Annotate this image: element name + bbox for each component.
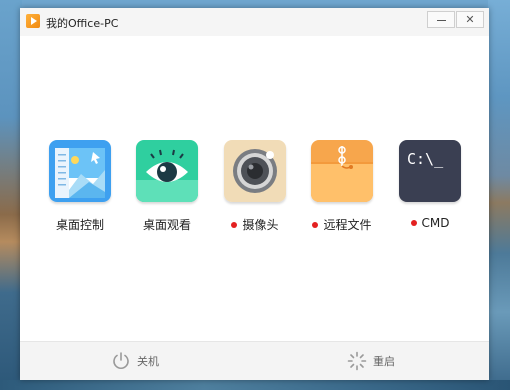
spinner-icon [347, 351, 367, 371]
close-icon: ✕ [465, 13, 475, 26]
status-dot [231, 221, 238, 228]
folder-icon [311, 140, 373, 202]
tile-cmd[interactable]: C:\_ CMD [390, 140, 470, 230]
tile-remote-files[interactable]: 远程文件 [302, 140, 382, 233]
desktop-control-icon [49, 140, 111, 202]
shutdown-button[interactable]: 关机 [111, 350, 159, 372]
tile-desktop-view[interactable]: 桌面观看 [127, 140, 207, 233]
footer-bar: 关机 重启 [20, 341, 489, 380]
tile-label: 桌面控制 [55, 218, 104, 232]
desktop-background-bottom [0, 380, 510, 390]
close-button[interactable]: ✕ [456, 11, 484, 28]
tile-label: 摄像头 [215, 216, 295, 233]
desktop-background-right [488, 0, 510, 390]
minimize-button[interactable] [427, 11, 455, 28]
eye-icon [136, 140, 198, 202]
shutdown-label: 关机 [137, 355, 159, 368]
restart-button[interactable]: 重启 [347, 350, 395, 372]
tile-camera[interactable]: 摄像头 [215, 140, 295, 233]
window-title: 我的Office-PC [46, 17, 119, 30]
camera-icon [224, 140, 286, 202]
status-dot [410, 219, 417, 226]
remote-pc-window: 我的Office-PC ✕ 桌面控制 桌面观看 摄像头 远程文件 C:\_ CM… [20, 8, 489, 380]
title-bar[interactable]: 我的Office-PC ✕ [20, 8, 489, 36]
tile-label: 桌面观看 [142, 218, 191, 232]
tile-desktop-control[interactable]: 桌面控制 [40, 140, 120, 233]
app-logo-icon [26, 14, 40, 28]
restart-label: 重启 [373, 355, 395, 368]
feature-panel: 桌面控制 桌面观看 摄像头 远程文件 C:\_ CMD [20, 36, 489, 341]
tile-label: CMD [390, 216, 470, 230]
terminal-icon: C:\_ [399, 140, 461, 202]
tile-label: 远程文件 [302, 216, 382, 233]
desktop-background-left [0, 0, 22, 390]
power-icon [113, 352, 129, 369]
terminal-prompt-text: C:\_ [407, 150, 444, 168]
status-dot [312, 221, 319, 228]
